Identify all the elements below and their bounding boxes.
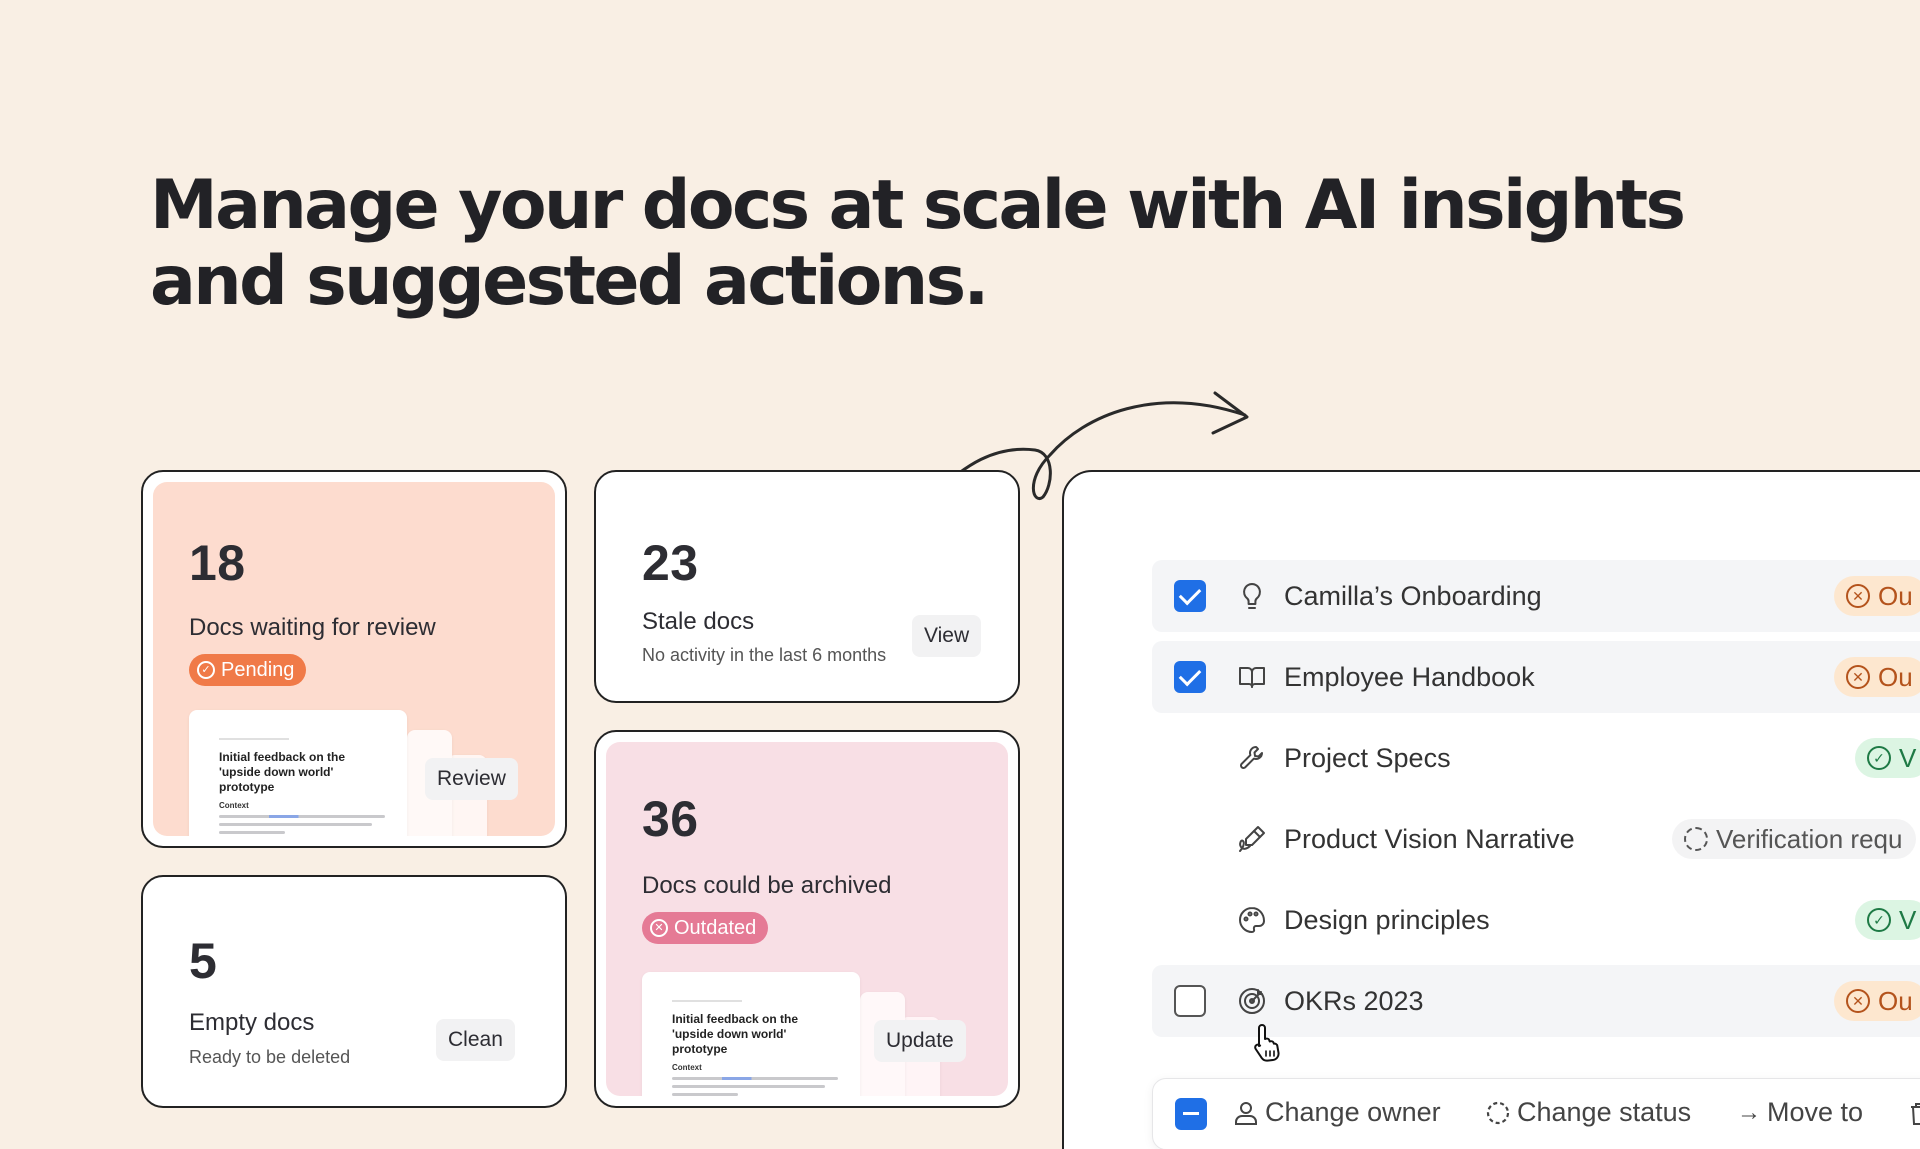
stale-count: 23 <box>642 535 699 591</box>
status-badge[interactable]: Verification requ <box>1672 819 1917 859</box>
view-button[interactable]: View <box>912 615 982 657</box>
target-icon <box>1239 988 1265 1014</box>
row-checkbox[interactable] <box>1174 580 1206 612</box>
status-label: Ou <box>1878 580 1913 611</box>
outdated-badge: ✕ Outdated <box>642 912 769 944</box>
status-label: Ou <box>1878 985 1913 1016</box>
stale-card-inner: 23 Stale docs No activity in the last 6 … <box>606 482 1008 691</box>
move-to-label: Move to <box>1767 1097 1864 1127</box>
empty-card[interactable]: 5 Empty docs Ready to be deleted Clean <box>141 875 567 1108</box>
status-badge[interactable]: ✕ Ou <box>1834 576 1920 616</box>
page-headline: Manage your docs at scale with AI insigh… <box>150 166 1686 321</box>
review-title: Docs waiting for review <box>189 614 436 641</box>
doc-page-front: Initial feedback on the 'upside down wor… <box>189 710 407 836</box>
status-label: V <box>1899 742 1917 773</box>
list-item[interactable]: Camilla’s Onboarding ✕ Ou <box>1152 560 1920 632</box>
status-badge[interactable]: ✕ Ou <box>1834 657 1920 697</box>
doc-line <box>219 831 286 834</box>
stale-title: Stale docs <box>642 608 755 635</box>
list-item[interactable]: Design principles ✓ V <box>1152 884 1920 956</box>
outdated-icon: ✕ <box>1846 584 1870 608</box>
archive-count: 36 <box>642 791 699 847</box>
row-checkbox[interactable] <box>1174 661 1206 693</box>
book-icon <box>1239 667 1265 688</box>
empty-card-inner: 5 Empty docs Ready to be deleted Clean <box>153 887 555 1096</box>
clean-button[interactable]: Clean <box>436 1019 515 1061</box>
verified-icon: ✓ <box>1867 746 1891 770</box>
stale-card[interactable]: 23 Stale docs No activity in the last 6 … <box>594 470 1020 703</box>
pending-badge: ✓ Pending <box>189 654 307 686</box>
list-item[interactable]: Product Vision Narrative Verification re… <box>1152 803 1920 875</box>
doc-line <box>672 1077 838 1080</box>
review-card[interactable]: 18 Docs waiting for review ✓ Pending Ini… <box>141 470 567 848</box>
trash-icon[interactable] <box>1907 1101 1920 1127</box>
hand-cursor-icon <box>1254 1024 1280 1062</box>
archive-card[interactable]: 36 Docs could be archived ✕ Outdated Ini… <box>594 730 1020 1108</box>
change-status-label: Change status <box>1517 1097 1692 1127</box>
update-button[interactable]: Update <box>874 1020 966 1062</box>
review-card-inner: 18 Docs waiting for review ✓ Pending Ini… <box>153 482 555 836</box>
doc-title: Initial feedback on the 'upside down wor… <box>219 750 346 794</box>
pending-icon: ✓ <box>197 661 215 679</box>
row-label: OKRs 2023 <box>1284 985 1424 1016</box>
select-all-checkbox[interactable] <box>1175 1098 1207 1130</box>
doc-eyebrow <box>219 738 289 740</box>
outdated-icon: ✕ <box>650 919 668 937</box>
change-status-button[interactable]: Change status <box>1485 1097 1691 1128</box>
empty-title: Empty docs <box>189 1009 315 1036</box>
verified-icon: ✓ <box>1867 908 1891 932</box>
stale-subtitle: No activity in the last 6 months <box>642 645 887 665</box>
outdated-icon: ✕ <box>1846 989 1870 1013</box>
doc-line <box>672 1093 739 1096</box>
list-item[interactable]: Project Specs ✓ V <box>1152 722 1920 794</box>
arrow-right-icon: → <box>1737 1098 1761 1126</box>
row-label: Design principles <box>1284 904 1490 935</box>
change-owner-label: Change owner <box>1265 1097 1441 1127</box>
doc-page-front: Initial feedback on the 'upside down wor… <box>642 972 860 1096</box>
signature-icon <box>1239 826 1265 852</box>
wrench-icon <box>1240 746 1263 769</box>
row-label: Product Vision Narrative <box>1284 823 1575 854</box>
lightbulb-icon <box>1243 583 1261 609</box>
row-checkbox[interactable] <box>1174 985 1206 1017</box>
status-label: Ou <box>1878 661 1913 692</box>
doc-line <box>672 1085 825 1088</box>
bulk-action-bar: Change owner Change status → Move to <box>1152 1078 1920 1149</box>
move-to-button[interactable]: → Move to <box>1737 1097 1863 1128</box>
outdated-badge-label: Outdated <box>674 916 757 939</box>
row-label: Project Specs <box>1284 742 1451 773</box>
archive-title: Docs could be archived <box>642 872 892 899</box>
pending-badge-label: Pending <box>221 658 295 681</box>
status-badge[interactable]: ✓ V <box>1855 738 1920 778</box>
doc-title: Initial feedback on the 'upside down wor… <box>672 1012 799 1056</box>
doc-eyebrow <box>672 1000 742 1002</box>
archive-card-inner: 36 Docs could be archived ✕ Outdated Ini… <box>606 742 1008 1096</box>
row-label: Employee Handbook <box>1284 661 1535 692</box>
person-icon <box>1235 1101 1257 1125</box>
change-owner-button[interactable]: Change owner <box>1233 1097 1441 1128</box>
review-count: 18 <box>189 535 246 591</box>
dashed-circle-icon <box>1486 1101 1510 1124</box>
outdated-icon: ✕ <box>1846 665 1870 689</box>
headline-line-1: Manage your docs at scale with AI insigh… <box>150 166 1686 245</box>
row-label: Camilla’s Onboarding <box>1284 580 1542 611</box>
list-item[interactable]: Employee Handbook ✕ Ou <box>1152 641 1920 713</box>
doc-line <box>219 815 385 818</box>
status-label: V <box>1899 904 1917 935</box>
empty-subtitle: Ready to be deleted <box>189 1047 351 1067</box>
pending-dashed-icon <box>1684 827 1708 851</box>
doc-context: Context <box>219 801 249 810</box>
doc-context: Context <box>672 1063 702 1072</box>
palette-icon <box>1239 907 1265 933</box>
headline-line-2: and suggested actions. <box>150 242 989 321</box>
doc-line <box>219 823 372 826</box>
review-button[interactable]: Review <box>425 758 518 800</box>
status-badge[interactable]: ✓ V <box>1855 900 1920 940</box>
status-badge[interactable]: ✕ Ou <box>1834 981 1920 1021</box>
status-label: Verification requ <box>1716 823 1903 854</box>
empty-count: 5 <box>189 933 218 989</box>
